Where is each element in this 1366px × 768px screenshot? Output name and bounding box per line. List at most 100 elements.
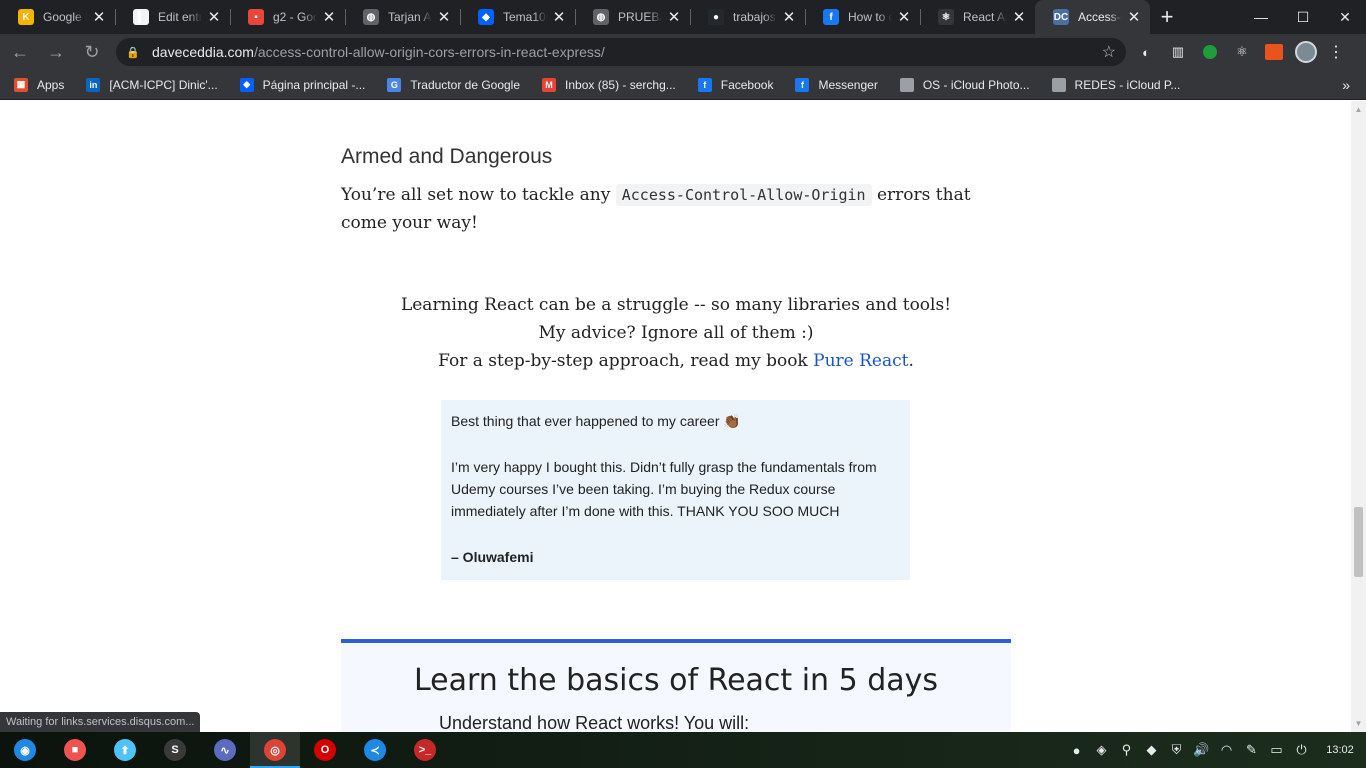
tab-title: PRUEBA [618, 10, 662, 24]
minimize-button[interactable]: — [1240, 0, 1282, 34]
browser-tab[interactable]: ● trabajos- ✕ [690, 0, 805, 34]
back-button[interactable]: ← [4, 36, 36, 68]
extension-off-badge-icon[interactable] [1262, 40, 1286, 64]
tab-strip: K Google K ✕ ▌ Edit entry ✕ ▪ g2 - Goo ✕ ◍ Tarjan … [0, 0, 1366, 34]
extension-puzzle-icon[interactable]: ◐ [1134, 40, 1158, 64]
address-bar[interactable]: 🔒 daveceddia.com/access-control-allow-or… [116, 38, 1126, 66]
chrome-menu-icon[interactable]: ⋮ [1328, 42, 1344, 62]
linkedin-icon: in [86, 77, 101, 92]
taskbar-app[interactable]: ■ [50, 732, 100, 768]
close-tab-icon[interactable]: ✕ [206, 8, 222, 26]
deepin-launcher-icon: ◉ [14, 739, 36, 761]
scrollbar-thumb[interactable] [1354, 507, 1363, 577]
close-tab-icon[interactable]: ✕ [436, 8, 452, 26]
close-tab-icon[interactable]: ✕ [1126, 8, 1142, 26]
sublime-icon: S [164, 739, 186, 761]
browser-tab[interactable]: ◆ Tema10- ✕ [460, 0, 575, 34]
bookmark-label: Facebook [720, 77, 774, 92]
bookmark-label: Página principal -... [262, 77, 366, 92]
bookmark-item[interactable]: OS - iCloud Photo... [899, 77, 1030, 92]
usb-icon[interactable]: ⚲ [1114, 742, 1139, 758]
browser-tab[interactable]: ◍ Tarjan Al ✕ [345, 0, 460, 34]
reload-button[interactable]: ↻ [76, 36, 108, 68]
extension-green-dot-icon[interactable] [1198, 40, 1222, 64]
bookmark-item[interactable]: M Inbox (85) - serchg... [542, 77, 676, 92]
close-window-button[interactable]: ✕ [1324, 0, 1366, 34]
browser-tab[interactable]: ◍ PRUEBA ✕ [575, 0, 690, 34]
browser-tab[interactable]: ⚛ React Ap ✕ [920, 0, 1035, 34]
github-icon: ● [708, 9, 724, 25]
gamepad-icon[interactable]: ◈ [1089, 742, 1114, 758]
close-tab-icon[interactable]: ✕ [1011, 8, 1027, 26]
shield-icon[interactable]: ⛨ [1164, 742, 1189, 758]
screen-recorder-icon: ■ [64, 739, 86, 761]
pure-react-link[interactable]: Pure React [813, 351, 908, 371]
bookmark-label: REDES - iCloud P... [1074, 77, 1181, 92]
battery-icon[interactable]: ▭ [1264, 742, 1289, 758]
volume-icon[interactable]: 🔊 [1189, 742, 1214, 758]
bookmark-item[interactable]: REDES - iCloud P... [1051, 77, 1181, 92]
close-tab-icon[interactable]: ✕ [896, 8, 912, 26]
new-tab-button[interactable]: + [1150, 0, 1184, 34]
facebook-icon: f [697, 77, 712, 92]
close-tab-icon[interactable]: ✕ [551, 8, 567, 26]
taskbar-app[interactable]: S [150, 732, 200, 768]
paragraph-text: You’re all set now to tackle any [341, 185, 616, 205]
bookmark-item[interactable]: f Messenger [795, 77, 878, 92]
taskbar-app[interactable]: ∿ [200, 732, 250, 768]
apple-icon [1051, 77, 1066, 92]
browser-tab[interactable]: f How to c ✕ [805, 0, 920, 34]
bookmark-item[interactable]: ◆ Página principal -... [239, 77, 366, 92]
bookmark-label: OS - iCloud Photo... [922, 77, 1030, 92]
scroll-down-arrow-icon[interactable]: ▼ [1354, 719, 1363, 728]
extension-grayscale-icon[interactable]: ▥ [1166, 40, 1190, 64]
tab-title: Google K [43, 10, 87, 24]
clock[interactable]: 13:02 [1314, 744, 1366, 756]
close-tab-icon[interactable]: ✕ [321, 8, 337, 26]
profile-avatar[interactable] [1294, 40, 1318, 64]
maximize-button[interactable]: ☐ [1282, 0, 1324, 34]
taskbar-app[interactable]: ≺ [350, 732, 400, 768]
tab-title: Tema10- [503, 10, 547, 24]
lock-icon[interactable]: 🔒 [126, 46, 140, 59]
browser-tab[interactable]: DC Access-C ✕ [1035, 0, 1150, 34]
scroll-up-arrow-icon[interactable]: ▲ [1354, 105, 1363, 114]
bookmarks-overflow-icon[interactable]: » [1342, 77, 1350, 93]
terminal-icon: >_ [414, 739, 436, 761]
tab-title: trabajos- [733, 10, 777, 24]
browser-toolbar: ← → ↻ 🔒 daveceddia.com/access-control-al… [0, 34, 1366, 70]
tab-title: Access-C [1078, 10, 1122, 24]
chat-icon[interactable]: ● [1064, 743, 1089, 758]
close-tab-icon[interactable]: ✕ [666, 8, 682, 26]
taskbar-app[interactable]: ◉ [0, 732, 50, 768]
react-devtools-icon[interactable]: ⚛ [1230, 40, 1254, 64]
bookmark-label: Traductor de Google [410, 77, 521, 92]
facebook-icon: f [795, 77, 810, 92]
taskbar-app[interactable]: >_ [400, 732, 450, 768]
browser-tab[interactable]: ▌ Edit entry ✕ [115, 0, 230, 34]
bookmark-item[interactable]: ▦ Apps [14, 77, 64, 92]
close-tab-icon[interactable]: ✕ [781, 8, 797, 26]
promo-line-3-end: . [908, 351, 914, 371]
bookmark-star-icon[interactable]: ☆ [1102, 42, 1116, 62]
close-tab-icon[interactable]: ✕ [91, 8, 107, 26]
pen-icon[interactable]: ✎ [1239, 742, 1264, 758]
taskbar-app[interactable]: ⬆ [100, 732, 150, 768]
browser-tab[interactable]: K Google K ✕ [0, 0, 115, 34]
power-icon[interactable]: ⏻ [1289, 742, 1314, 758]
article-paragraph: You’re all set now to tackle any Access-… [341, 181, 1016, 237]
google-slides-icon: ▪ [248, 9, 264, 25]
taskbar-app[interactable]: O [300, 732, 350, 768]
forward-button[interactable]: → [40, 36, 72, 68]
bookmark-label: Inbox (85) - serchg... [565, 77, 676, 92]
app-tray-icon[interactable]: ◆ [1139, 742, 1164, 758]
bookmark-item[interactable]: in [ACM-ICPC] Dinic'... [86, 77, 218, 92]
taskbar-app[interactable]: ◎ [250, 732, 300, 768]
testimonial-box: Best thing that ever happened to my care… [441, 400, 910, 580]
bookmark-item[interactable]: G Traductor de Google [387, 77, 521, 92]
wifi-icon[interactable]: ◠ [1214, 742, 1239, 758]
bookmark-item[interactable]: f Facebook [697, 77, 774, 92]
page-scrollbar[interactable]: ▲ ▼ [1351, 101, 1366, 732]
browser-tab[interactable]: ▪ g2 - Goo ✕ [230, 0, 345, 34]
testimonial-body: I’m very happy I bought this. Didn’t ful… [451, 459, 877, 519]
